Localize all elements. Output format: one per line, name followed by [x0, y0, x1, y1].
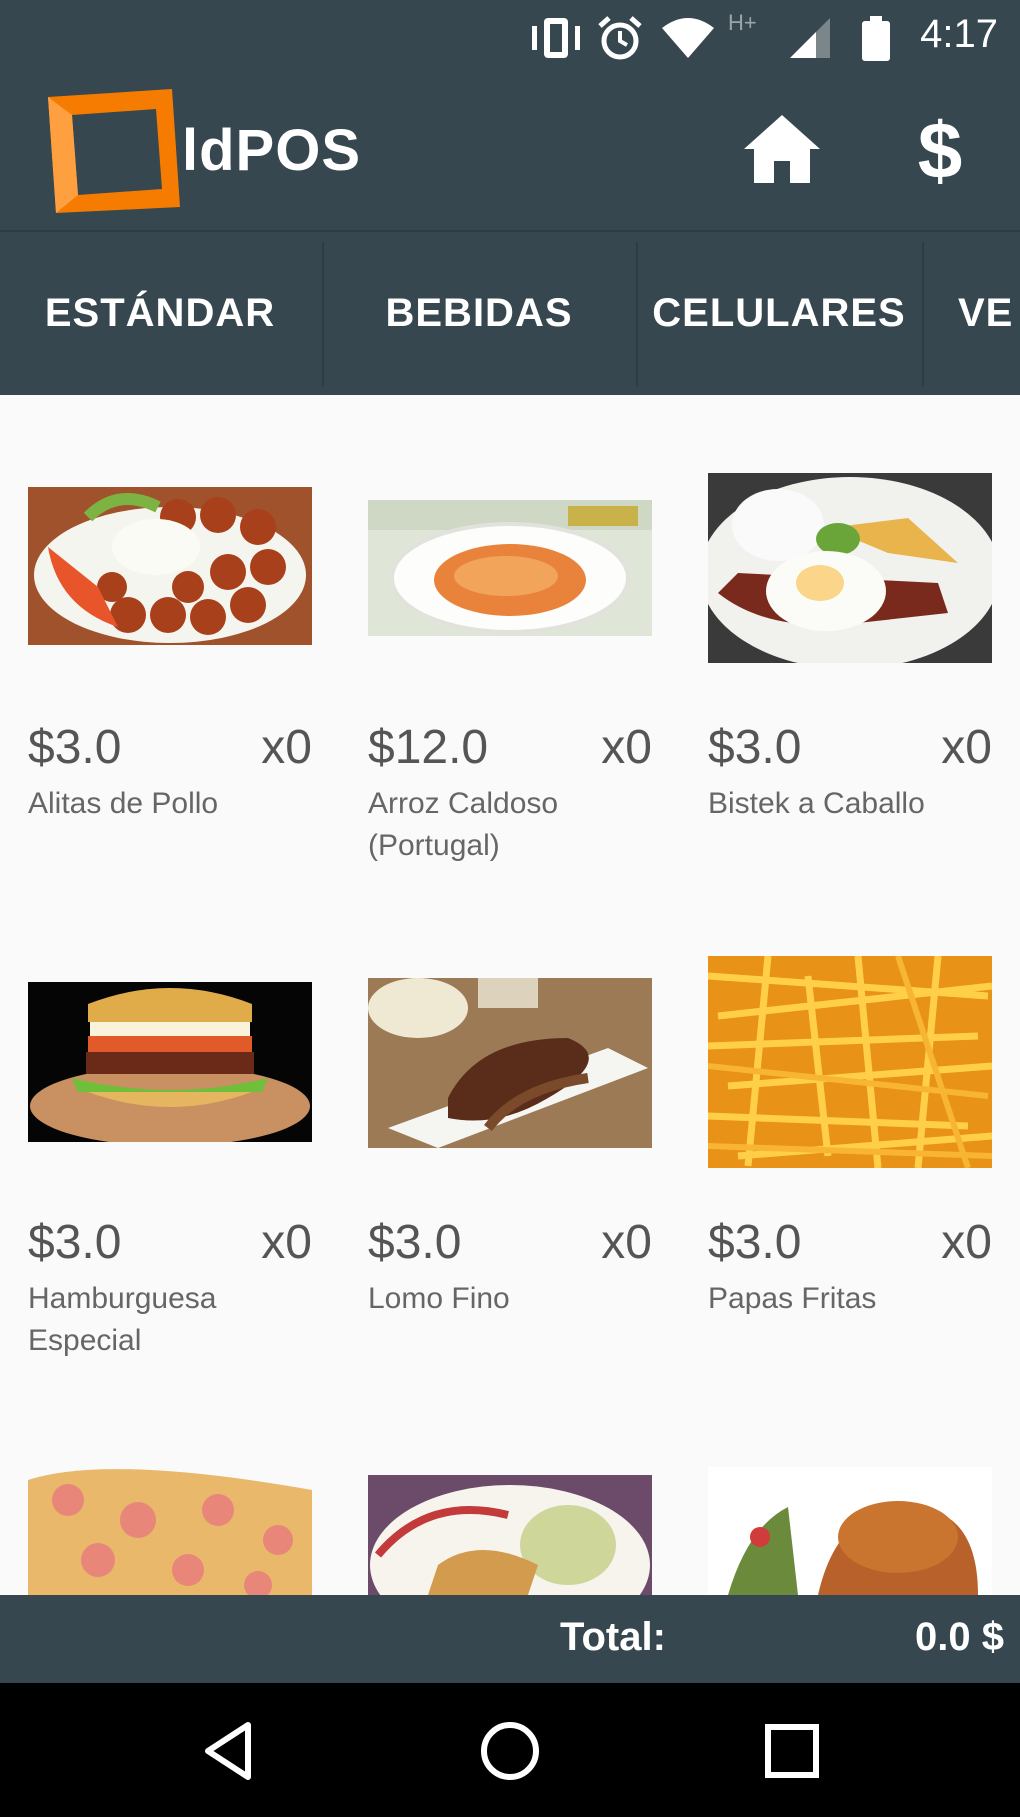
recents-button[interactable] [752, 1713, 832, 1793]
status-time: 4:17 [920, 12, 998, 56]
tab-divider [922, 242, 924, 387]
product-card[interactable]: $12.0 x0 Arroz Caldoso (Portugal) [368, 395, 652, 862]
tab-label: BEBIDAS [385, 291, 573, 335]
product-price: $3.0 [708, 1216, 802, 1269]
product-name: Hamburguesa Especial [28, 1282, 217, 1357]
product-image [28, 1460, 312, 1595]
product-quantity: x0 [601, 721, 652, 774]
product-image [28, 982, 312, 1142]
checkout-dollar-button[interactable]: $ [900, 101, 980, 201]
product-price: $3.0 [28, 721, 122, 774]
total-bar: Total: 0.0 $ [0, 1595, 1020, 1683]
back-icon [198, 1719, 262, 1788]
circle-home-icon [478, 1719, 542, 1788]
square-recents-icon [760, 1719, 824, 1788]
system-nav-bar [0, 1683, 1020, 1817]
product-price: $3.0 [708, 721, 802, 774]
app-bar: ldPOS $ [0, 75, 1020, 230]
product-image [708, 956, 992, 1168]
product-image [368, 1475, 652, 1595]
product-card[interactable]: $3.0 x0 Papas Fritas [708, 890, 992, 1315]
product-quantity: x0 [941, 721, 992, 774]
home-nav-button[interactable] [470, 1713, 550, 1793]
tab-label: VE [958, 291, 1014, 335]
product-name: Papas Fritas [708, 1282, 877, 1315]
tab-more[interactable]: VE [958, 232, 1020, 395]
app-logo [44, 85, 184, 215]
home-icon [742, 113, 822, 190]
product-card[interactable]: $3.0 x0 Alitas de Pollo [28, 395, 312, 820]
product-price: $3.0 [28, 1216, 122, 1269]
vibrate-icon [528, 14, 584, 67]
product-quantity: x0 [261, 721, 312, 774]
product-name: Lomo Fino [368, 1282, 510, 1315]
product-name: Arroz Caldoso (Portugal) [368, 787, 559, 862]
network-type-label: H+ [728, 10, 757, 35]
product-price: $3.0 [368, 1216, 462, 1269]
product-image [708, 473, 992, 663]
app-title: ldPOS [182, 118, 362, 183]
product-card[interactable] [28, 1460, 312, 1595]
product-image [28, 487, 312, 645]
tab-label: ESTÁNDAR [44, 291, 276, 335]
product-card[interactable]: $3.0 x0 Bistek a Caballo [708, 395, 992, 820]
product-quantity: x0 [601, 1216, 652, 1269]
product-grid: $3.0 x0 Alitas de Pollo $12.0 x0 Arroz C… [0, 395, 1020, 1595]
alarm-icon [596, 14, 644, 67]
product-card[interactable] [708, 1467, 992, 1595]
product-card[interactable]: $3.0 x0 Lomo Fino [368, 890, 652, 1315]
product-quantity: x0 [261, 1216, 312, 1269]
tab-estandar[interactable]: ESTÁNDAR [0, 232, 320, 395]
total-label: Total: [560, 1615, 666, 1659]
product-card[interactable] [368, 1475, 652, 1595]
total-value: 0.0 $ [915, 1615, 1004, 1659]
product-image [708, 1467, 992, 1595]
tab-bebidas[interactable]: BEBIDAS [324, 232, 634, 395]
product-card[interactable]: $3.0 x0 Hamburguesa Especial [28, 890, 312, 1357]
product-price: $12.0 [368, 721, 489, 774]
category-tabs: ESTÁNDAR BEBIDAS CELULARES VE [0, 230, 1020, 395]
product-name: Alitas de Pollo [28, 787, 219, 820]
product-quantity: x0 [941, 1216, 992, 1269]
status-bar: H+ 4:17 [0, 0, 1020, 75]
back-button[interactable] [190, 1713, 270, 1793]
product-name: Bistek a Caballo [708, 787, 925, 820]
product-image [368, 500, 652, 636]
tab-celulares[interactable]: CELULARES [638, 232, 920, 395]
home-button[interactable] [738, 107, 826, 195]
wifi-icon [660, 14, 716, 67]
tab-label: CELULARES [652, 291, 906, 335]
battery-icon [860, 14, 892, 67]
product-image [368, 978, 652, 1148]
cell-signal-icon [786, 14, 834, 67]
